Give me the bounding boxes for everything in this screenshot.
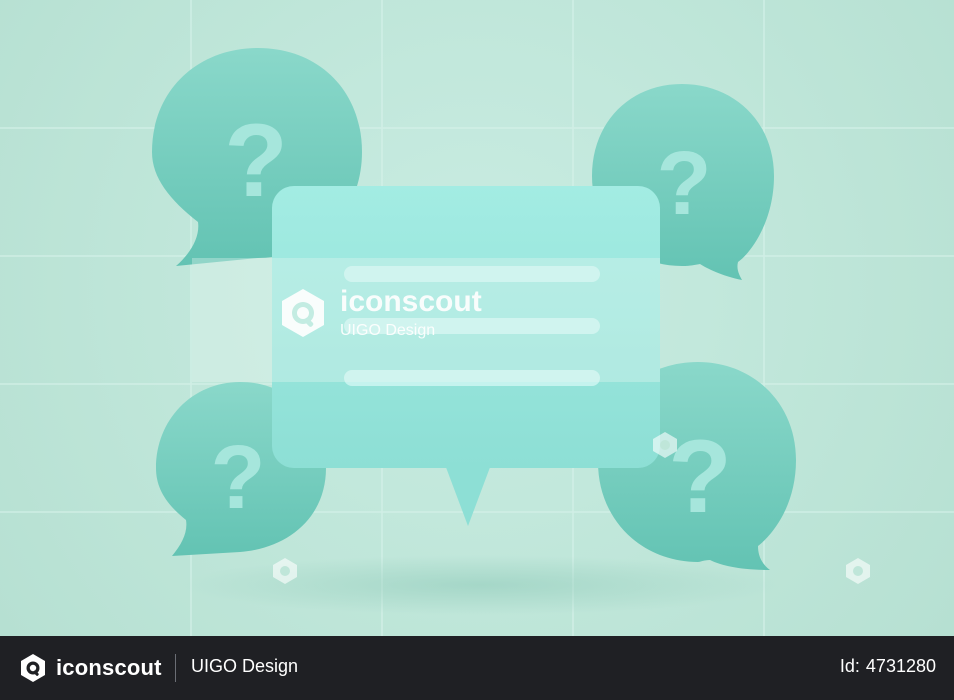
footer-bar: iconscout UIGO Design Id: 4731280: [0, 636, 954, 700]
iconscout-watermark: iconscout UIGO Design: [276, 286, 482, 340]
asset-id-value: 4731280: [865, 656, 936, 676]
image-frame: ? ? ? ? iconscout UIGO Design iconscout …: [0, 0, 954, 700]
svg-text:?: ?: [657, 134, 712, 234]
watermark-brand-text: iconscout: [340, 285, 482, 318]
footer-brand-name: iconscout: [56, 655, 162, 680]
mini-watermark-icon: [846, 558, 870, 584]
footer-divider: [175, 654, 176, 682]
watermark-author-text: UIGO Design: [340, 322, 436, 339]
footer-brand[interactable]: iconscout: [18, 653, 162, 683]
footer-author[interactable]: UIGO Design: [191, 656, 298, 677]
iconscout-logo-icon: [282, 289, 324, 337]
svg-text:?: ?: [211, 428, 266, 528]
mini-watermark-icon: [273, 558, 297, 584]
footer-asset-id: Id: 4731280: [840, 656, 936, 677]
illustration-scene: ? ? ? ? iconscout UIGO Design: [0, 0, 954, 636]
iconscout-logo-icon: [21, 654, 45, 682]
mini-watermark-icon: [653, 432, 677, 458]
asset-id-label: Id:: [839, 656, 860, 676]
